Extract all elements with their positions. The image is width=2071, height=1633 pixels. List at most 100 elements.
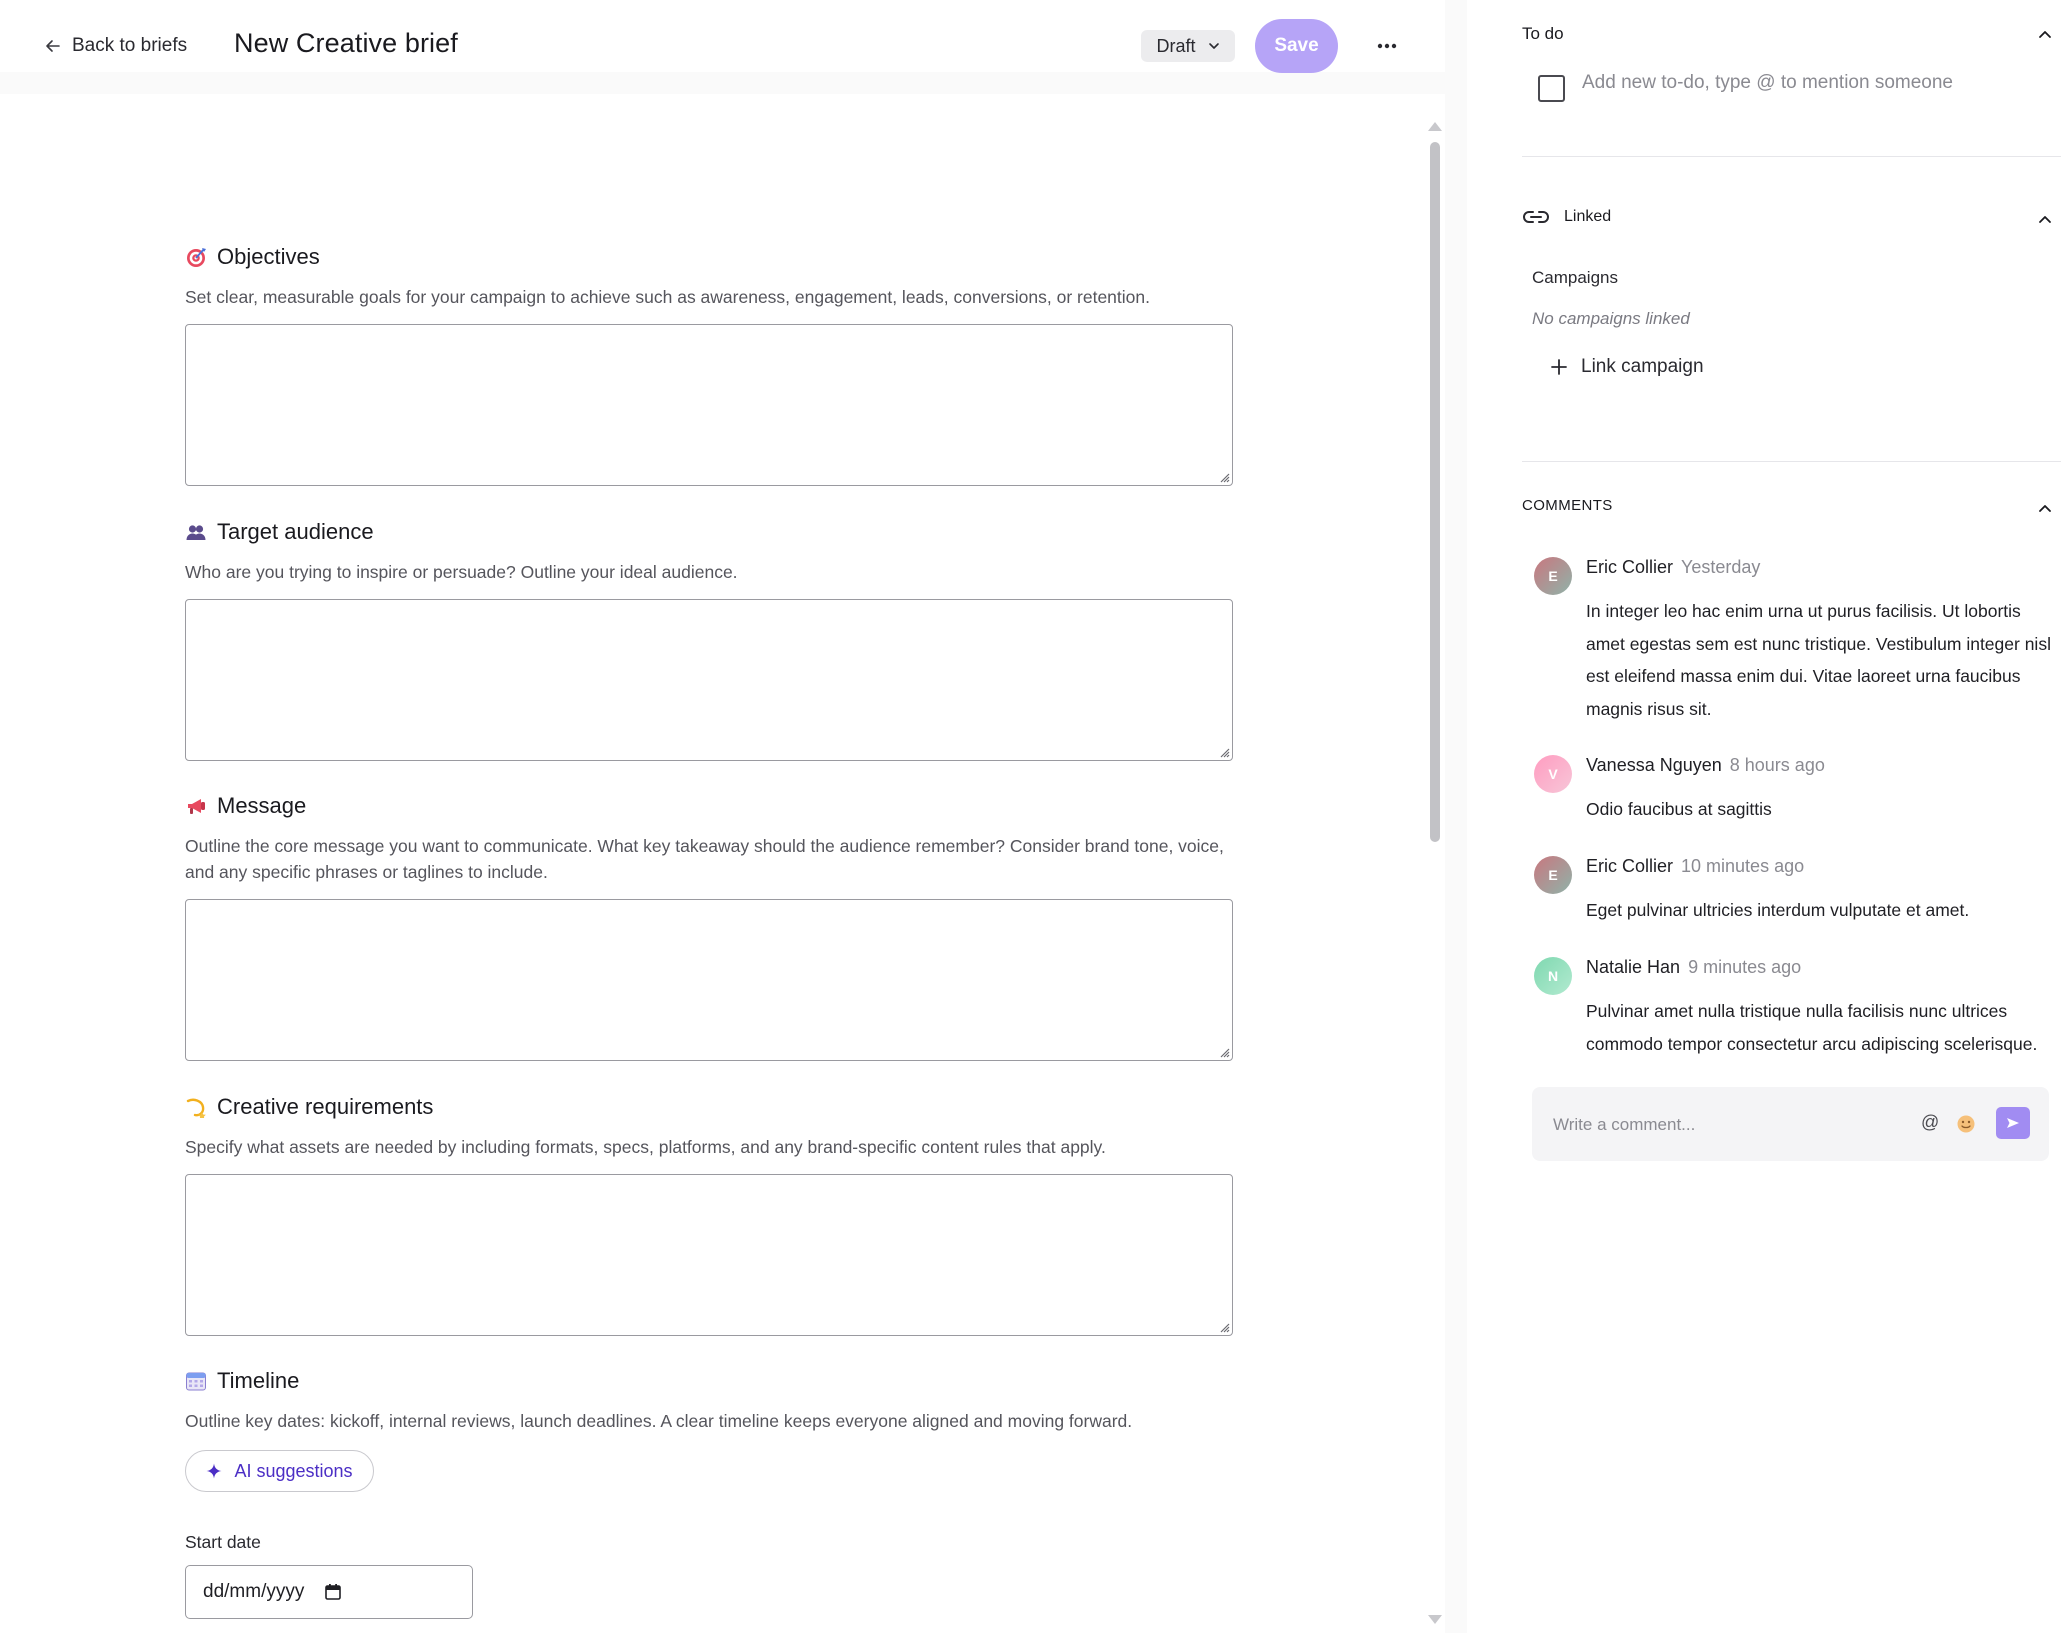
comment-author[interactable]: Eric Collier 10 minutes ago bbox=[1586, 856, 1804, 877]
todo-checkbox[interactable] bbox=[1538, 75, 1565, 102]
ai-suggestions-button[interactable]: AI suggestions bbox=[185, 1450, 374, 1492]
scrollbar-thumb[interactable] bbox=[1430, 142, 1440, 842]
scroll-down-arrow-icon[interactable] bbox=[1428, 1615, 1442, 1624]
section-description: Specify what assets are needed by includ… bbox=[185, 1137, 1106, 1157]
chevron-down-icon bbox=[1208, 43, 1219, 49]
divider bbox=[1522, 156, 2061, 157]
link-campaign-label: Link campaign bbox=[1581, 356, 1704, 377]
emoji-icon[interactable] bbox=[1956, 1114, 1976, 1134]
section-header: Message bbox=[185, 791, 1235, 821]
chevron-up-icon[interactable] bbox=[2037, 26, 2053, 42]
calendar-icon bbox=[186, 1372, 206, 1391]
section-header: Objectives bbox=[185, 242, 1235, 272]
todo-heading: To do bbox=[1522, 24, 1564, 43]
more-horizontal-icon bbox=[1377, 43, 1397, 49]
linked-title: Linked bbox=[1564, 208, 1612, 225]
chevron-up-icon[interactable] bbox=[2037, 211, 2053, 227]
target-icon bbox=[187, 248, 206, 267]
comment-item: V Vanessa Nguyen 8 hours ago Odio faucibu… bbox=[1534, 755, 2054, 825]
comment-input[interactable]: Write a comment... bbox=[1553, 1115, 1695, 1135]
start-date-input[interactable]: dd/mm/yyyy bbox=[185, 1565, 473, 1619]
section-message: Message Outline the core message you wan… bbox=[185, 791, 1235, 1061]
calendar-picker-icon[interactable] bbox=[324, 1583, 342, 1601]
section-title: Message bbox=[217, 793, 307, 818]
section-header: Creative requirements bbox=[185, 1092, 1235, 1122]
comment-author[interactable]: Vanessa Nguyen 8 hours ago bbox=[1586, 755, 1825, 776]
sparkle-icon bbox=[206, 1463, 222, 1479]
comment-item: N Natalie Han 9 minutes ago Pulvinar amet… bbox=[1534, 957, 2054, 1067]
more-options-button[interactable] bbox=[1372, 34, 1402, 58]
dizzy-icon bbox=[186, 1098, 206, 1118]
section-title: Creative requirements bbox=[217, 1094, 434, 1119]
comment-item: E Eric Collier 10 minutes ago Eget pulvin… bbox=[1534, 856, 2054, 926]
link-campaign-button[interactable]: Link campaign bbox=[1551, 356, 1704, 378]
section-title: Objectives bbox=[217, 244, 320, 269]
date-placeholder: dd/mm/yyyy bbox=[203, 1581, 305, 1602]
comment-time: Yesterday bbox=[1681, 557, 1761, 577]
save-button[interactable]: Save bbox=[1255, 19, 1338, 73]
target-audience-textarea[interactable] bbox=[185, 599, 1233, 761]
editor-header: Back to briefs New Creative brief Draft … bbox=[0, 0, 1445, 94]
comment-author[interactable]: Natalie Han 9 minutes ago bbox=[1586, 957, 1801, 978]
people-icon bbox=[186, 525, 206, 540]
status-value: Draft bbox=[1156, 35, 1196, 56]
send-icon bbox=[2007, 1118, 2019, 1128]
comment-body: Eget pulvinar ultricies interdum vulputa… bbox=[1586, 900, 1970, 920]
avatar[interactable]: E bbox=[1534, 856, 1572, 894]
resize-grip-icon[interactable] bbox=[1218, 746, 1230, 758]
section-header: Timeline bbox=[185, 1366, 1235, 1396]
linked-heading: Linked bbox=[1522, 208, 1611, 226]
message-textarea[interactable] bbox=[185, 899, 1233, 1061]
scroll-up-arrow-icon[interactable] bbox=[1428, 122, 1442, 131]
comment-author[interactable]: Eric Collier Yesterday bbox=[1586, 557, 1760, 578]
section-description-line: Outline the core message you want to com… bbox=[185, 836, 1224, 856]
section-description: Set clear, measurable goals for your cam… bbox=[185, 287, 1150, 307]
plus-icon bbox=[1551, 359, 1567, 375]
comments-heading: COMMENTS bbox=[1522, 497, 1613, 514]
ai-suggestions-label: AI suggestions bbox=[234, 1460, 353, 1481]
comment-time: 10 minutes ago bbox=[1681, 856, 1805, 876]
megaphone-icon bbox=[188, 799, 205, 814]
back-link-label: Back to briefs bbox=[72, 35, 188, 56]
start-date-label: Start date bbox=[185, 1532, 261, 1552]
avatar[interactable]: E bbox=[1534, 557, 1572, 595]
comment-time: 8 hours ago bbox=[1729, 755, 1825, 775]
resize-grip-icon[interactable] bbox=[1218, 1046, 1230, 1058]
author-name: Eric Collier bbox=[1586, 557, 1674, 577]
avatar[interactable]: V bbox=[1534, 755, 1572, 793]
campaigns-label: Campaigns bbox=[1532, 268, 1618, 287]
author-name: Vanessa Nguyen bbox=[1586, 755, 1722, 775]
comment-body: Pulvinar amet nulla tristique nulla faci… bbox=[1586, 1001, 2038, 1054]
send-comment-button[interactable] bbox=[1996, 1107, 2030, 1139]
section-description: Who are you trying to inspire or persuad… bbox=[185, 562, 738, 582]
objectives-textarea[interactable] bbox=[185, 324, 1233, 486]
section-objectives: Objectives Set clear, measurable goals f… bbox=[185, 242, 1235, 486]
section-description: Outline the core message you want to com… bbox=[185, 833, 1235, 885]
resize-grip-icon[interactable] bbox=[1218, 1321, 1230, 1333]
comment-time: 9 minutes ago bbox=[1688, 957, 1802, 977]
details-sidebar: To do Add new to-do, type @ to mention s… bbox=[1445, 0, 2071, 1633]
arrow-left-icon bbox=[46, 40, 60, 52]
section-title: Timeline bbox=[217, 1368, 300, 1393]
link-icon bbox=[1523, 211, 1549, 223]
section-target-audience: Target audience Who are you trying to in… bbox=[185, 517, 1235, 761]
todo-input[interactable]: Add new to-do, type @ to mention someone bbox=[1582, 72, 1953, 94]
comment-body: Odio faucibus at sagittis bbox=[1586, 799, 1772, 819]
comment-item: E Eric Collier Yesterday In integer leo h… bbox=[1534, 557, 2054, 727]
mention-icon[interactable]: @ bbox=[1921, 1112, 1939, 1133]
comment-composer: Write a comment... @ bbox=[1532, 1087, 2049, 1161]
avatar[interactable]: N bbox=[1534, 957, 1572, 995]
resize-grip-icon[interactable] bbox=[1218, 471, 1230, 483]
creative-requirements-textarea[interactable] bbox=[185, 1174, 1233, 1336]
status-dropdown[interactable]: Draft bbox=[1141, 30, 1235, 62]
author-name: Natalie Han bbox=[1586, 957, 1681, 977]
chevron-up-icon[interactable] bbox=[2037, 500, 2053, 516]
section-title: Target audience bbox=[217, 519, 374, 544]
brief-editor: Back to briefs New Creative brief Draft … bbox=[0, 0, 1445, 1633]
section-description-line: and any specific phrases or taglines to … bbox=[185, 862, 548, 882]
no-campaigns-text: No campaigns linked bbox=[1532, 309, 1690, 328]
back-to-briefs-link[interactable]: Back to briefs bbox=[44, 32, 187, 60]
app-root: Back to briefs New Creative brief Draft … bbox=[0, 0, 2071, 1633]
section-description: Outline key dates: kickoff, internal rev… bbox=[185, 1411, 1133, 1431]
main-scrollbar[interactable] bbox=[1423, 118, 1445, 1633]
